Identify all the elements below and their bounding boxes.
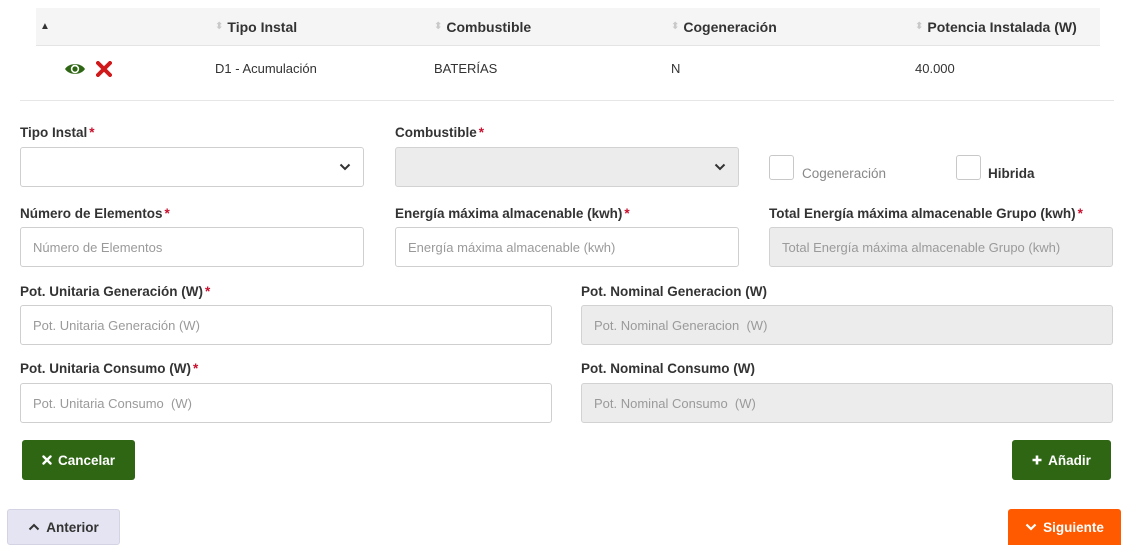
col-label: Tipo Instal [227,18,298,35]
chevron-down-icon [1025,523,1037,531]
chevron-down-icon [339,163,351,171]
previous-button-label: Anterior [46,519,99,535]
plus-icon [1032,455,1042,465]
pot-nom-cons-input[interactable] [581,383,1113,423]
hibrida-label: Hibrida [988,166,1035,181]
table-header: ▲ ⬍ Tipo Instal ⬍ Combustible ⬍ Cogenera… [36,8,1100,46]
delete-x-icon[interactable] [96,60,112,77]
sort-icon: ⬍ [434,20,443,32]
section-divider [20,100,1114,101]
required-mark: * [1077,206,1083,221]
label-text: Pot. Unitaria Consumo (W) [20,361,191,376]
required-mark: * [205,284,211,299]
eye-icon[interactable] [64,62,86,76]
chevron-up-icon [29,523,40,531]
col-label: Cogeneración [683,18,777,35]
total-energia-input[interactable] [769,227,1113,267]
combustible-select[interactable] [395,147,739,187]
cancel-button-label: Cancelar [57,452,116,468]
sort-icon: ⬍ [671,20,680,32]
required-mark: * [193,361,199,376]
label-text: Tipo Instal [20,125,88,140]
required-mark: * [164,206,170,221]
col-cogeneracion-header[interactable]: ⬍ Cogeneración [671,8,915,45]
times-icon [42,455,52,465]
cell-tipo-instal: D1 - Acumulación [215,61,317,76]
pot-unit-gen-label: Pot. Unitaria Generación (W) * [20,284,210,299]
required-mark: * [478,125,485,140]
numero-elementos-label: Número de Elementos * [20,206,170,221]
add-button[interactable]: Añadir [1012,440,1111,480]
pot-unit-gen-input[interactable] [20,305,552,345]
installations-table: ▲ ⬍ Tipo Instal ⬍ Combustible ⬍ Cogenera… [36,0,1100,90]
sort-asc-icon[interactable]: ▲ [40,21,50,32]
energia-maxima-input[interactable] [395,227,739,267]
sort-icon: ⬍ [215,20,224,32]
sort-icon: ⬍ [915,20,924,32]
cancel-button[interactable]: Cancelar [22,440,135,480]
cell-potencia: 40.000 [915,61,955,76]
table-row: D1 - Acumulación BATERÍAS N 40.000 [36,46,1100,90]
previous-button[interactable]: Anterior [7,509,120,545]
pot-unit-cons-label: Pot. Unitaria Consumo (W) * [20,361,198,376]
label-text: Total Energía máxima almacenable Grupo (… [769,206,1076,221]
tipo-instal-select[interactable] [20,147,364,187]
cell-cogeneracion: N [671,61,681,76]
hibrida-checkbox[interactable] [956,155,981,180]
row-actions [36,60,215,77]
required-mark: * [624,206,630,221]
pot-nom-cons-label: Pot. Nominal Consumo (W) [581,361,755,376]
label-text: Número de Elementos [20,206,163,221]
total-energia-label: Total Energía máxima almacenable Grupo (… [769,206,1083,221]
label-text: Pot. Nominal Generacion (W) [581,284,768,299]
cell-combustible: BATERÍAS [434,61,498,76]
cogeneracion-label: Cogeneración [802,166,887,181]
tipo-instal-label: Tipo Instal * [20,125,95,140]
pot-nom-gen-label: Pot. Nominal Generacion (W) [581,284,767,299]
next-button-label: Siguiente [1043,519,1104,535]
label-text: Pot. Unitaria Generación (W) [20,284,204,299]
add-button-label: Añadir [1048,452,1091,468]
numero-elementos-input[interactable] [20,227,364,267]
col-label: Potencia Instalada (W) [927,18,1077,35]
next-button[interactable]: Siguiente [1008,509,1121,545]
required-mark: * [89,125,95,140]
label-text: Energía máxima almacenable (kwh) [395,206,623,221]
chevron-down-icon [714,163,726,171]
col-combustible-header[interactable]: ⬍ Combustible [434,8,671,45]
pot-unit-cons-input[interactable] [20,383,552,423]
cogeneracion-checkbox[interactable] [769,155,794,180]
col-tipo-instal-header[interactable]: ⬍ Tipo Instal [215,8,434,45]
col-potencia-header[interactable]: ⬍ Potencia Instalada (W) [915,8,1100,45]
col-label: Combustible [446,18,532,35]
energia-maxima-label: Energía máxima almacenable (kwh) * [395,206,630,221]
label-text: Pot. Nominal Consumo (W) [581,361,755,376]
label-text: Combustible [395,125,477,140]
pot-nom-gen-input[interactable] [581,305,1113,345]
col-actions-header[interactable]: ▲ [36,8,215,45]
combustible-label: Combustible * [395,125,484,140]
